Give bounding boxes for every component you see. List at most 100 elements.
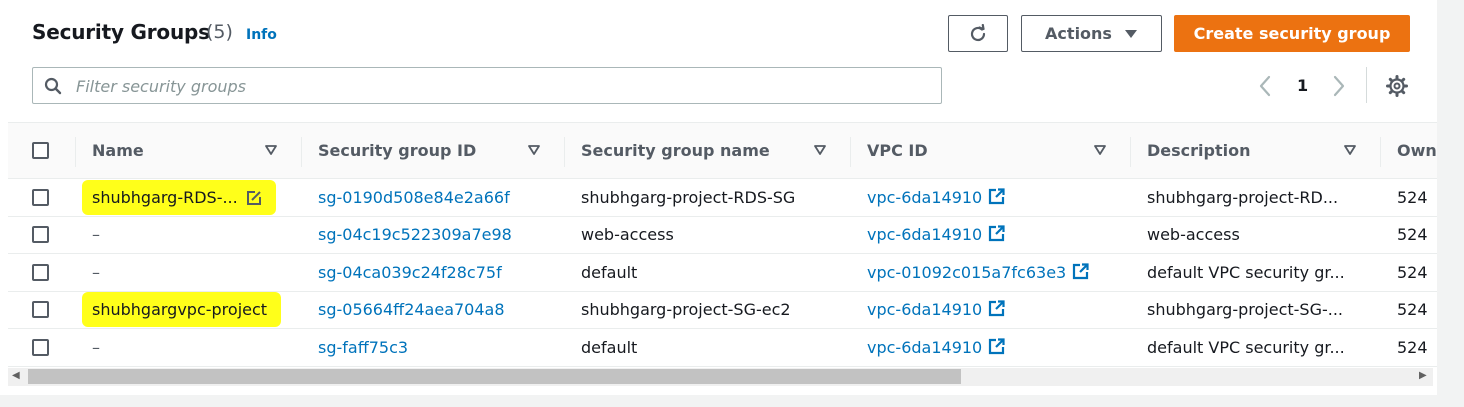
column-header-security-group-name[interactable]: Security group name: [564, 123, 850, 179]
column-divider: [301, 137, 302, 167]
security-group-id-link[interactable]: sg-04ca039c24f28c75f: [301, 254, 564, 292]
vpc-id-link[interactable]: vpc-01092c015a7fc63e3: [867, 263, 1066, 282]
security-group-id-link[interactable]: sg-04c19c522309a7e98: [301, 216, 564, 254]
name-cell: shubhgargvpc-project: [75, 291, 301, 329]
table-row[interactable]: – sg-04c19c522309a7e98 web-access vpc-6d…: [8, 216, 1437, 254]
security-group-id-link[interactable]: sg-faff75c3: [301, 329, 564, 367]
select-all-checkbox[interactable]: [32, 142, 49, 159]
row-select-cell: [8, 329, 75, 367]
pagination-divider: [1366, 67, 1367, 103]
column-divider: [1130, 137, 1131, 167]
row-checkbox[interactable]: [32, 263, 49, 281]
scrollbar-thumb[interactable]: [28, 369, 961, 384]
vpc-id-cell[interactable]: vpc-01092c015a7fc63e3: [850, 254, 1130, 292]
column-label: Name: [92, 141, 144, 160]
scroll-left-arrow-icon[interactable]: ◀: [12, 370, 20, 381]
column-header-security-group-id[interactable]: Security group ID: [301, 123, 564, 179]
table-row[interactable]: – sg-04ca039c24f28c75f default vpc-01092…: [8, 254, 1437, 292]
previous-page-button[interactable]: [1256, 72, 1274, 100]
external-link-icon[interactable]: [1072, 263, 1089, 280]
highlighted-name: shubhgargvpc-project: [82, 292, 282, 328]
external-link-icon[interactable]: [988, 300, 1005, 317]
sort-caret-icon[interactable]: [528, 145, 540, 155]
sort-caret-icon[interactable]: [1344, 145, 1356, 155]
sort-caret-icon[interactable]: [1094, 145, 1106, 155]
external-link-icon[interactable]: [988, 338, 1005, 355]
row-checkbox[interactable]: [32, 301, 49, 319]
security-groups-panel: Security Groups (5) Info Actions Create …: [0, 0, 1437, 395]
vpc-id-cell[interactable]: vpc-6da14910: [850, 179, 1130, 217]
table-header-row: Name Security group ID Security group na…: [8, 122, 1437, 179]
vpc-id-link[interactable]: vpc-6da14910: [867, 188, 982, 207]
owner-cell: 524: [1397, 337, 1428, 357]
external-link-icon[interactable]: [988, 188, 1005, 205]
external-link-icon[interactable]: [988, 225, 1005, 242]
vpc-id-cell[interactable]: vpc-6da14910: [850, 291, 1130, 329]
column-label: Security group name: [581, 141, 770, 160]
row-select-cell: [8, 291, 75, 329]
column-header-owner[interactable]: Own: [1380, 123, 1437, 179]
create-security-group-button[interactable]: Create security group: [1174, 15, 1410, 52]
actions-dropdown[interactable]: Actions: [1021, 15, 1162, 52]
name-text: shubhgarg-RDS-...: [92, 187, 238, 207]
row-checkbox[interactable]: [32, 188, 49, 206]
security-group-name-cell: default: [581, 262, 638, 282]
chevron-right-icon: [1333, 75, 1345, 97]
column-divider: [850, 137, 851, 167]
vpc-id-link[interactable]: vpc-6da14910: [867, 300, 982, 319]
row-checkbox[interactable]: [32, 338, 49, 356]
row-select-cell: [8, 216, 75, 254]
table-row[interactable]: shubhgargvpc-project sg-05664ff24aea704a…: [8, 291, 1437, 329]
refresh-icon: [970, 23, 986, 41]
select-all-cell: [8, 123, 75, 179]
table-row[interactable]: – sg-faff75c3 default vpc-6da14910 defau…: [8, 329, 1437, 367]
row-checkbox[interactable]: [32, 226, 49, 244]
security-group-id-link[interactable]: sg-0190d508e84e2a66f: [301, 179, 564, 217]
info-link[interactable]: Info: [246, 27, 277, 43]
security-group-name-cell: web-access: [581, 225, 674, 245]
caret-down-icon: [1124, 29, 1137, 38]
current-page-number[interactable]: 1: [1297, 76, 1308, 104]
next-page-button[interactable]: [1330, 72, 1348, 100]
security-group-name-cell: shubhgarg-project-SG-ec2: [581, 300, 791, 320]
table-row[interactable]: shubhgarg-RDS-... sg-0190d508e84e2a66f s…: [8, 179, 1437, 217]
owner-cell: 524: [1397, 225, 1428, 245]
description-cell: default VPC security gr...: [1147, 337, 1345, 357]
name-cell: –: [92, 225, 100, 245]
column-divider: [564, 137, 565, 167]
vpc-id-link[interactable]: vpc-6da14910: [867, 338, 982, 357]
description-cell: default VPC security gr...: [1147, 262, 1345, 282]
column-label: Description: [1147, 141, 1251, 160]
description-cell: shubhgarg-project-SG-...: [1147, 300, 1343, 320]
vpc-id-cell[interactable]: vpc-6da14910: [850, 329, 1130, 367]
highlighted-name: shubhgarg-RDS-...: [82, 179, 276, 215]
column-label: VPC ID: [867, 141, 928, 160]
name-cell: shubhgarg-RDS-...: [75, 179, 301, 217]
description-cell: shubhgarg-project-RD...: [1147, 187, 1339, 207]
vpc-id-link[interactable]: vpc-6da14910: [867, 225, 982, 244]
row-select-cell: [8, 254, 75, 292]
page-background: [1437, 0, 1464, 407]
name-cell: –: [92, 337, 100, 357]
edit-icon[interactable]: [246, 190, 262, 206]
filter-input[interactable]: Filter security groups: [32, 67, 942, 104]
column-header-description[interactable]: Description: [1130, 123, 1380, 179]
security-groups-table: Name Security group ID Security group na…: [8, 122, 1437, 367]
refresh-button[interactable]: [948, 15, 1008, 52]
security-group-name-cell: shubhgarg-project-RDS-SG: [581, 187, 796, 207]
name-cell: –: [92, 262, 100, 282]
column-header-name[interactable]: Name: [75, 123, 301, 179]
scroll-right-arrow-icon[interactable]: ▶: [1419, 370, 1427, 381]
column-header-vpc-id[interactable]: VPC ID: [850, 123, 1130, 179]
owner-cell: 524: [1397, 187, 1428, 207]
row-select-cell: [8, 179, 75, 217]
column-divider: [1380, 137, 1381, 167]
sort-caret-icon[interactable]: [814, 145, 826, 155]
table-settings-button[interactable]: [1386, 75, 1408, 101]
sort-caret-icon[interactable]: [265, 145, 277, 155]
column-label: Own: [1397, 141, 1437, 160]
group-count: (5): [206, 21, 233, 43]
vpc-id-cell[interactable]: vpc-6da14910: [850, 216, 1130, 254]
security-group-id-link[interactable]: sg-05664ff24aea704a8: [301, 291, 564, 329]
owner-cell: 524: [1397, 300, 1428, 320]
